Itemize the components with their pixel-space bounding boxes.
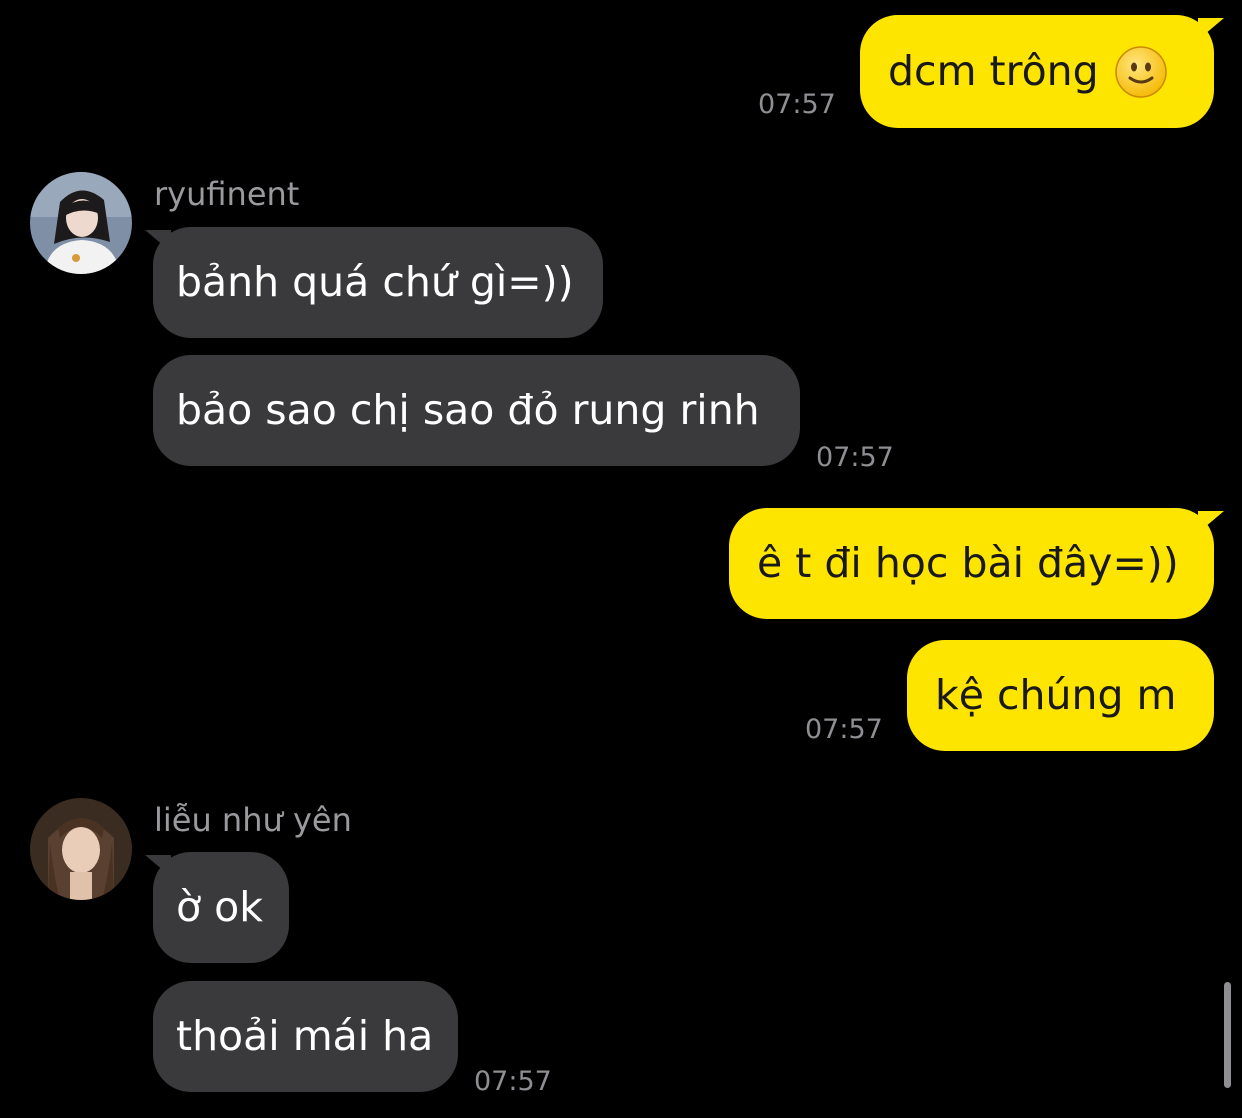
outgoing-message-bubble[interactable]: kệ chúng m	[907, 640, 1214, 751]
incoming-message-bubble[interactable]: bảo sao chị sao đỏ rung rinh	[153, 355, 800, 466]
avatar[interactable]	[30, 798, 132, 900]
message-timestamp: 07:57	[816, 442, 894, 473]
message-text: ờ ok	[176, 883, 263, 931]
message-text: ê t đi học bài đây=))	[757, 539, 1179, 587]
message-timestamp: 07:57	[805, 714, 883, 745]
message-text: thoải mái ha	[176, 1012, 434, 1060]
sender-name: liễu như yên	[154, 801, 352, 839]
outgoing-message-bubble[interactable]: dcm trông	[860, 15, 1214, 128]
outgoing-message-bubble[interactable]: ê t đi học bài đây=))	[729, 508, 1214, 619]
incoming-message-bubble[interactable]: bảnh quá chứ gì=))	[153, 227, 603, 338]
message-text: kệ chúng m	[935, 671, 1177, 719]
message-timestamp: 07:57	[758, 89, 836, 120]
avatar-photo-icon	[30, 172, 132, 274]
message-text: dcm trông	[888, 47, 1099, 95]
avatar-photo-icon	[30, 798, 132, 900]
incoming-message-bubble[interactable]: thoải mái ha	[153, 981, 458, 1092]
message-timestamp: 07:57	[474, 1066, 552, 1097]
scrollbar[interactable]	[1224, 982, 1231, 1088]
slightly-smiling-face-icon	[1114, 45, 1167, 98]
incoming-message-bubble[interactable]: ờ ok	[153, 852, 289, 963]
sender-name: ryufinent	[154, 175, 300, 213]
message-text: bảnh quá chứ gì=))	[176, 258, 574, 306]
message-text: bảo sao chị sao đỏ rung rinh	[176, 386, 760, 434]
avatar[interactable]	[30, 172, 132, 274]
